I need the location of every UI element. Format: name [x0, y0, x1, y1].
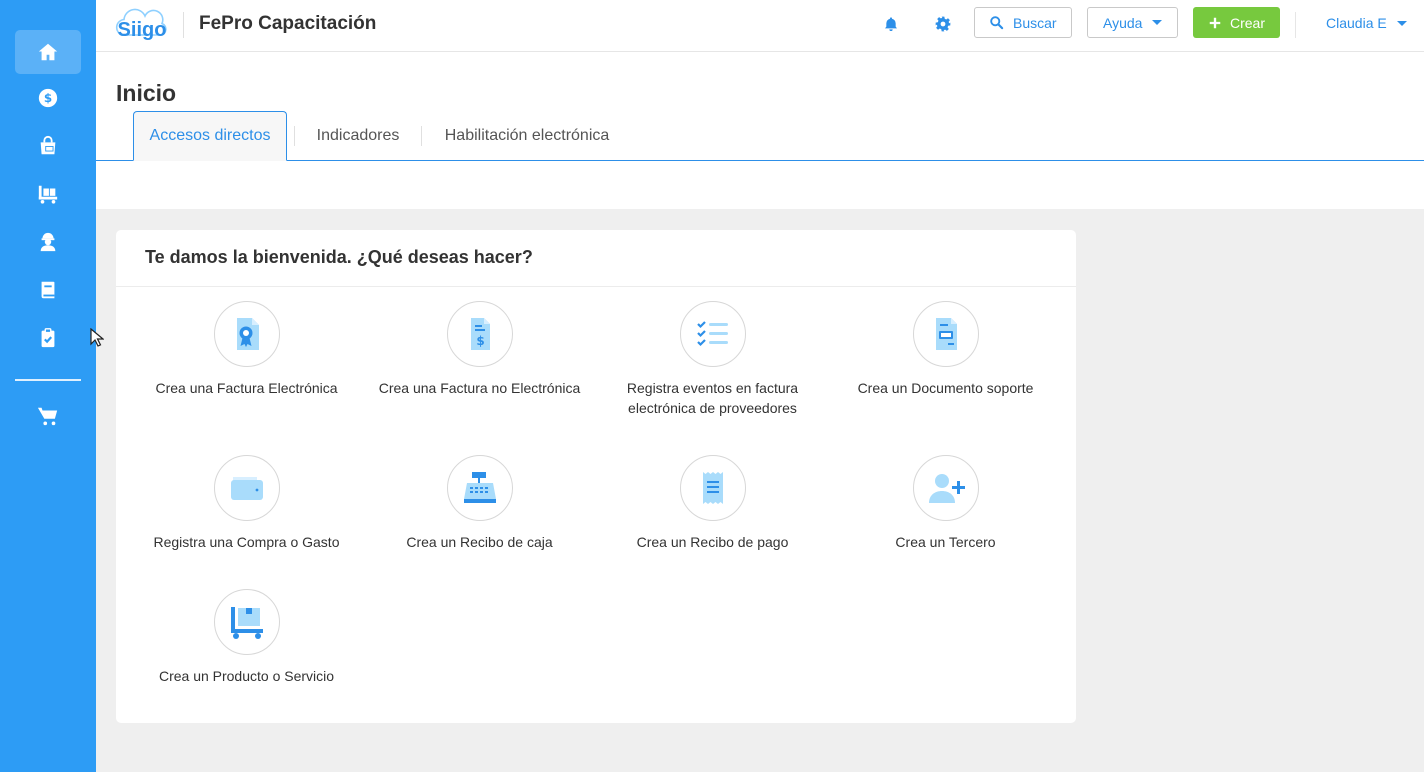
checklist-icon [696, 321, 728, 347]
svg-text:$: $ [476, 334, 484, 348]
logo-text: Siigo [118, 19, 167, 41]
create-button[interactable]: Crear [1193, 7, 1280, 38]
action-label: Crea un Recibo de pago [636, 534, 789, 550]
user-menu[interactable]: Claudia E [1326, 15, 1407, 31]
sidebar: $ [0, 0, 96, 772]
card-divider [116, 286, 1076, 287]
action-icon-circle [679, 455, 746, 521]
action-icon-circle [213, 455, 280, 521]
wallet-icon [230, 477, 263, 500]
warehouse-cart-icon [38, 185, 58, 204]
svg-text:$: $ [44, 91, 52, 105]
tabs-underline [96, 160, 1424, 161]
action-icon-circle [213, 301, 280, 367]
action-create-third-party[interactable]: Crea un Tercero [829, 455, 1062, 552]
add-person-icon [928, 474, 965, 503]
home-icon [38, 43, 58, 61]
sidebar-item-accounting[interactable] [15, 268, 81, 312]
cash-register-icon [463, 472, 496, 503]
action-label: Crea un Recibo de caja [406, 534, 553, 550]
action-label: Crea un Tercero [895, 534, 996, 550]
book-icon [41, 281, 55, 299]
tab-label: Indicadores [316, 127, 400, 144]
dollar-coin-icon: $ [38, 88, 58, 108]
employee-icon [40, 232, 56, 252]
action-icon-circle [446, 455, 513, 521]
user-separator [1295, 12, 1296, 38]
search-button[interactable]: Buscar [974, 7, 1072, 38]
action-label: Crea un Producto o Servicio [158, 668, 335, 684]
cart-icon [37, 407, 58, 426]
logo-separator [183, 12, 184, 38]
action-support-document[interactable]: Crea un Documento soporte [829, 301, 1062, 398]
action-create-product[interactable]: Crea un Producto o Servicio [130, 589, 363, 686]
action-label: Crea una Factura Electrónica [155, 380, 338, 396]
support-document-icon [935, 318, 957, 350]
help-dropdown[interactable]: Ayuda [1087, 7, 1178, 38]
action-icon-circle [912, 455, 979, 521]
invoice-dollar-icon: $ [470, 318, 490, 350]
tab-habilitacion-electronica[interactable]: Habilitación electrónica [430, 111, 624, 161]
top-header: Siigo FePro Capacitación Buscar Ayuda Cr… [96, 0, 1424, 52]
tab-indicadores[interactable]: Indicadores [303, 111, 413, 161]
sidebar-item-purchases[interactable] [15, 124, 81, 168]
search-button-label: Buscar [1013, 14, 1057, 31]
receipt-icon [702, 472, 723, 504]
action-label: Crea una Factura no Electrónica [378, 380, 581, 396]
notifications-button[interactable] [880, 13, 902, 35]
page-title: Inicio [116, 80, 177, 106]
tab-separator [421, 126, 422, 146]
action-label: Registra eventos en factura electrónica … [626, 380, 799, 416]
chevron-down-icon [1396, 20, 1407, 26]
sidebar-item-home[interactable] [15, 30, 81, 74]
action-register-events[interactable]: Registra eventos en factura electrónica … [596, 301, 829, 418]
welcome-title: Te damos la bienvenida. ¿Qué deseas hace… [145, 247, 533, 267]
clipboard-check-icon [41, 328, 55, 348]
user-name: Claudia E [1326, 15, 1387, 31]
action-cash-receipt[interactable]: Crea un Recibo de caja [363, 455, 596, 552]
plus-icon [1209, 17, 1221, 28]
action-payment-receipt[interactable]: Crea un Recibo de pago [596, 455, 829, 552]
search-icon [990, 16, 1004, 30]
bell-icon [885, 17, 897, 31]
page-header: Inicio Accesos directos Indicadores Habi… [96, 52, 1424, 209]
action-register-purchase[interactable]: Registra una Compra o Gasto [130, 455, 363, 552]
action-label: Crea un Documento soporte [857, 380, 1034, 396]
tab-label: Accesos directos [149, 127, 271, 144]
mouse-pointer-icon [90, 328, 104, 347]
shopping-bag-icon [40, 135, 56, 155]
company-name: FePro Capacitación [199, 13, 377, 34]
chevron-down-icon [1152, 20, 1163, 25]
action-icon-circle: $ [446, 301, 513, 367]
action-electronic-invoice[interactable]: Crea una Factura Electrónica [130, 301, 363, 398]
gear-icon [935, 16, 951, 32]
tab-accesos-directos[interactable]: Accesos directos [133, 111, 287, 161]
help-dropdown-label: Ayuda [1103, 14, 1143, 31]
action-label: Registra una Compra o Gasto [153, 534, 340, 550]
action-non-electronic-invoice[interactable]: $ Crea una Factura no Electrónica [363, 301, 596, 398]
settings-button[interactable] [932, 13, 954, 35]
sidebar-item-store[interactable] [15, 394, 81, 438]
product-cart-icon [230, 607, 263, 639]
sidebar-item-reports[interactable] [15, 316, 81, 360]
tab-separator [294, 126, 295, 146]
sidebar-item-sales[interactable]: $ [15, 76, 81, 120]
siigo-logo[interactable]: Siigo [114, 7, 170, 43]
action-icon-circle [213, 589, 280, 655]
sidebar-item-inventory[interactable] [15, 172, 81, 216]
sidebar-divider [15, 379, 81, 381]
welcome-card: Te damos la bienvenida. ¿Qué deseas hace… [116, 230, 1076, 723]
action-icon-circle [679, 301, 746, 367]
electronic-invoice-icon [236, 318, 259, 350]
create-button-label: Crear [1229, 14, 1265, 31]
tab-label: Habilitación electrónica [444, 127, 610, 144]
sidebar-item-payroll[interactable] [15, 220, 81, 264]
action-icon-circle [912, 301, 979, 367]
